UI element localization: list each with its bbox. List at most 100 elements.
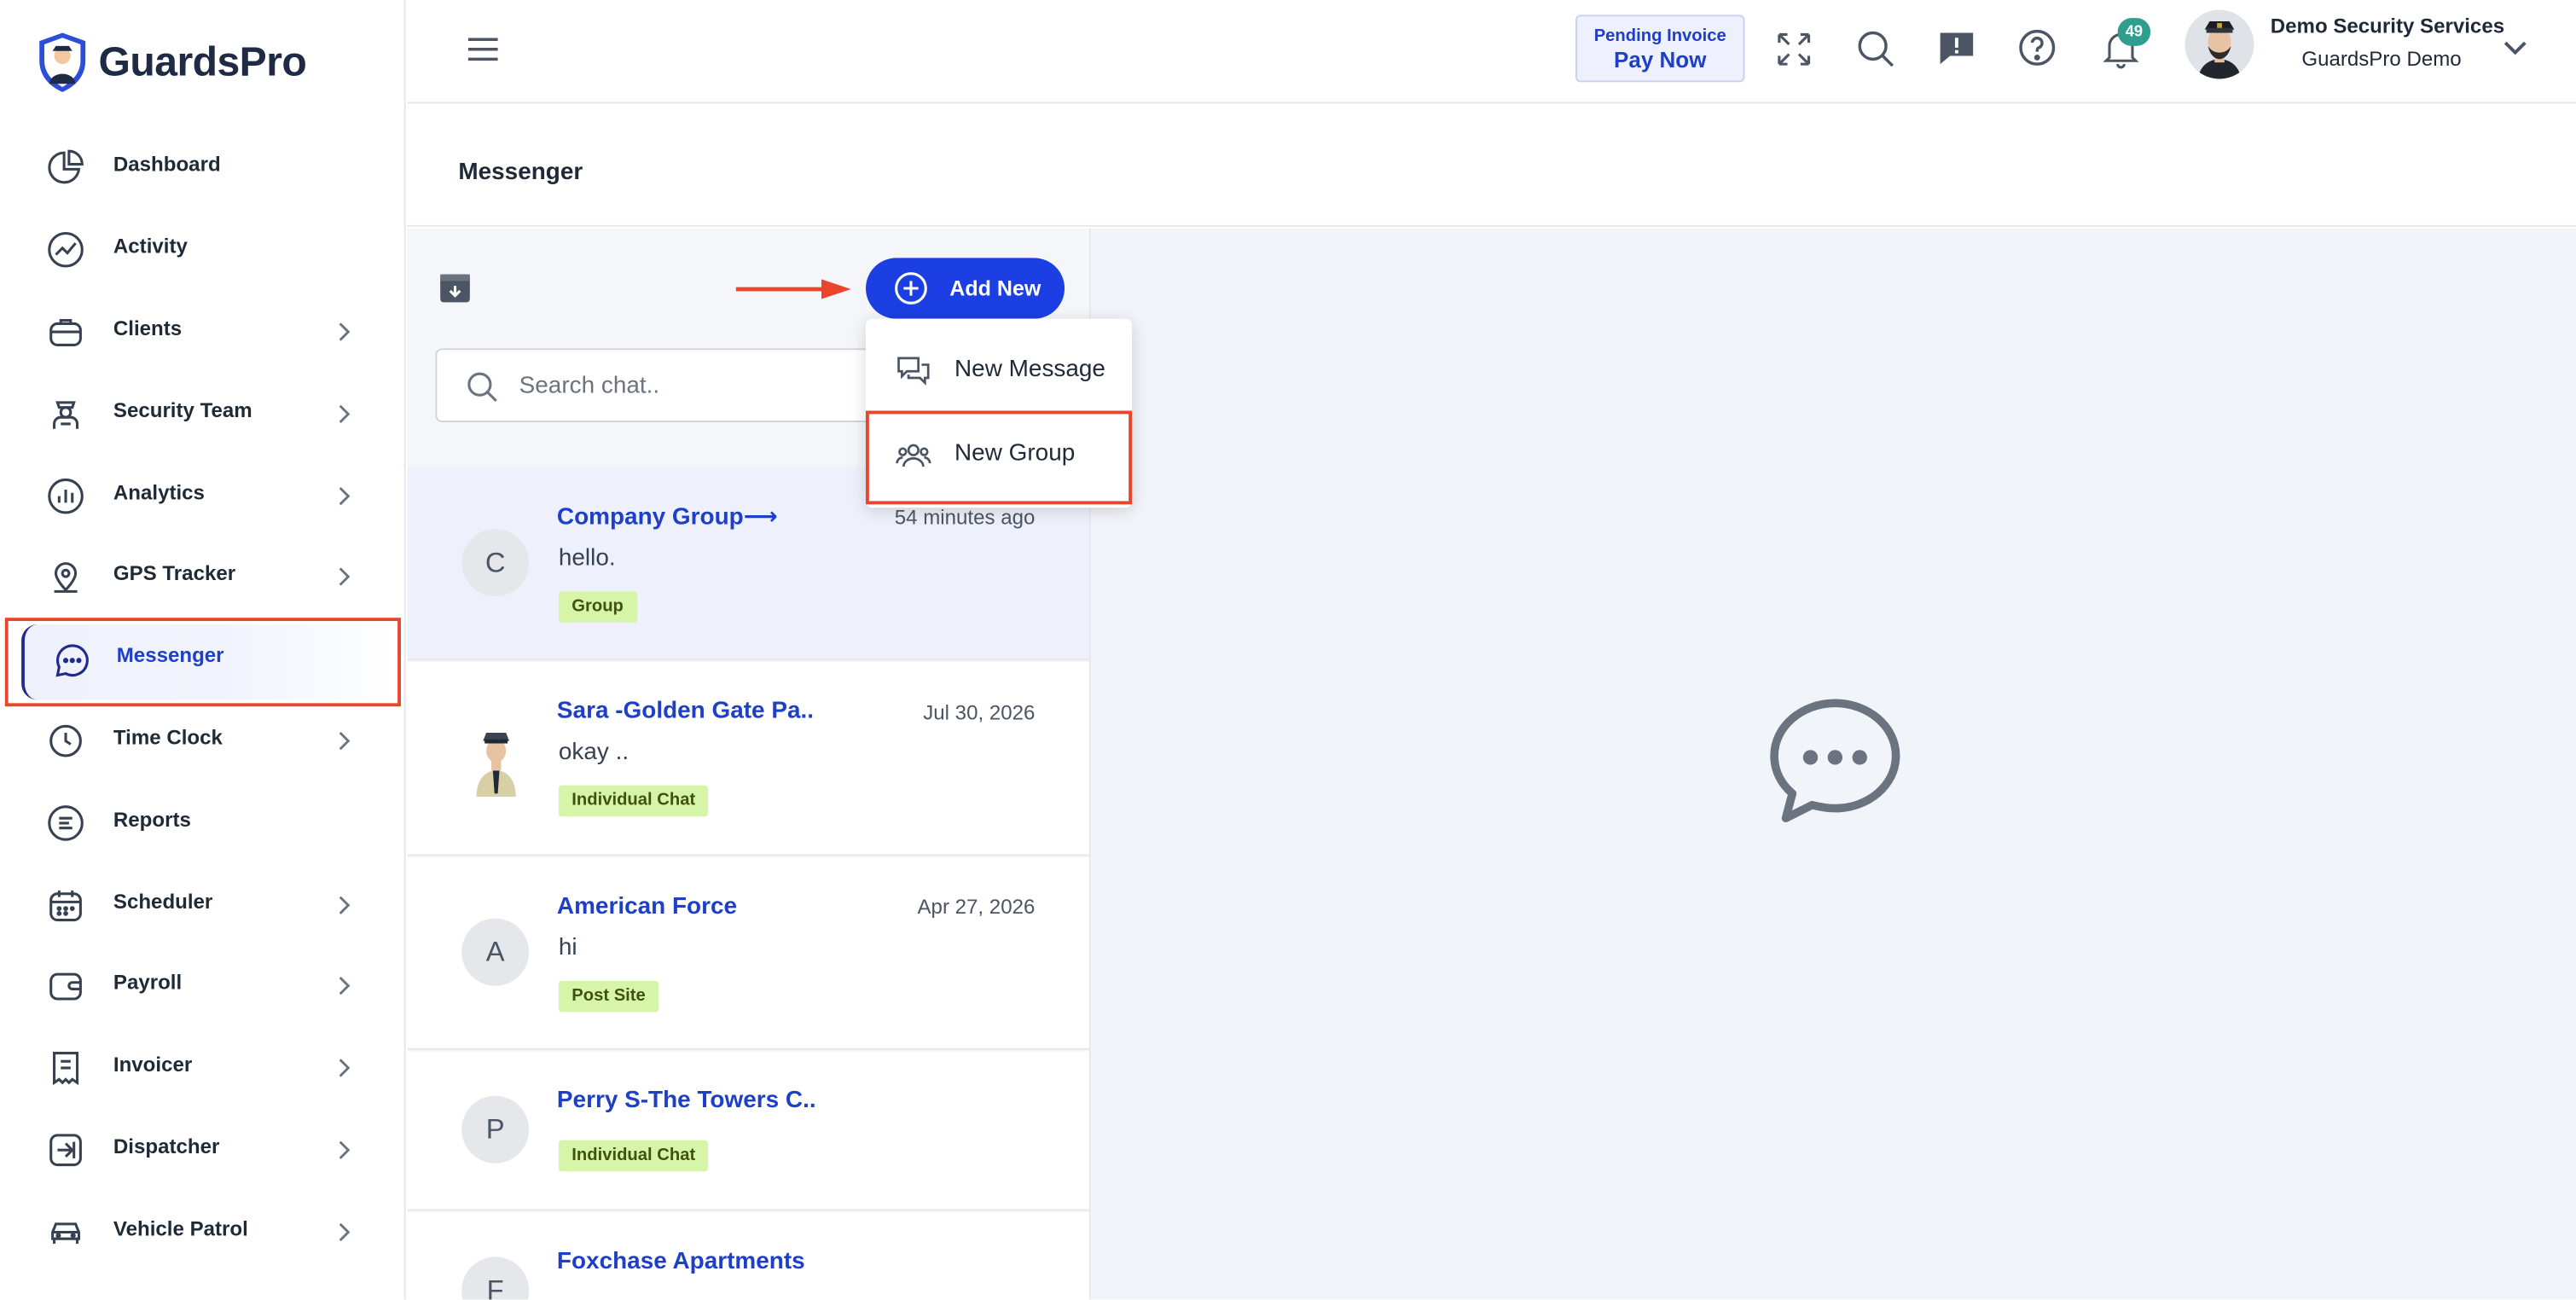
chat-avatar: A bbox=[461, 918, 530, 986]
sidebar-item-label: Messenger bbox=[116, 643, 224, 667]
chevron-right-icon bbox=[339, 1222, 351, 1242]
archive-icon[interactable] bbox=[438, 273, 472, 305]
sidebar-item-label: Payroll bbox=[113, 971, 183, 995]
chat-tag: Individual Chat bbox=[558, 785, 709, 817]
chevron-right-icon bbox=[339, 322, 351, 341]
sidebar-item-invoicer[interactable]: Invoicer bbox=[0, 1030, 406, 1106]
chevron-right-icon bbox=[339, 976, 351, 995]
add-new-dropdown: New Message New Group bbox=[866, 318, 1133, 508]
chevron-right-icon bbox=[339, 1059, 351, 1077]
sidebar-item-label: Security Team bbox=[113, 399, 252, 422]
new-message-label: New Message bbox=[954, 356, 1105, 383]
company-name: Demo Security Services bbox=[2270, 15, 2505, 38]
briefcase-icon bbox=[49, 319, 82, 347]
fullscreen-icon[interactable] bbox=[1772, 28, 1815, 71]
chevron-down-icon[interactable] bbox=[2502, 36, 2528, 59]
sidebar-item-label: Activity bbox=[113, 235, 188, 258]
sidebar-item-label: Vehicle Patrol bbox=[113, 1217, 248, 1241]
pay-now-button[interactable]: Pending Invoice Pay Now bbox=[1575, 15, 1745, 83]
sidebar-item-payroll[interactable]: Payroll bbox=[0, 948, 406, 1024]
sidebar-item-messenger[interactable]: Messenger bbox=[4, 618, 401, 707]
page-title-bar bbox=[407, 105, 2576, 227]
receipt-icon bbox=[53, 1052, 79, 1086]
chevron-right-icon bbox=[339, 567, 351, 586]
pending-invoice-label: Pending Invoice bbox=[1593, 26, 1726, 46]
bar-chart-icon bbox=[48, 478, 84, 514]
chat-name: Perry S-The Towers C.. bbox=[556, 1088, 816, 1114]
chat-item-foxchase[interactable]: F Foxchase Apartments bbox=[407, 1212, 1089, 1300]
chat-name: Company Group⟶ bbox=[556, 504, 778, 531]
chat-message: hi bbox=[558, 934, 577, 961]
brand-name: GuardsPro bbox=[98, 38, 307, 85]
annotation-arrow bbox=[735, 279, 851, 299]
new-message-option[interactable]: New Message bbox=[866, 330, 1132, 412]
sidebar-item-scheduler[interactable]: Scheduler bbox=[0, 868, 406, 943]
chat-item-perry[interactable]: P Perry S-The Towers C.. Individual Chat bbox=[407, 1051, 1089, 1211]
search-input[interactable] bbox=[519, 366, 914, 406]
chat-item-sara[interactable]: Sara -Golden Gate Pa.. Jul 30, 2026 okay… bbox=[407, 662, 1089, 856]
avatar[interactable] bbox=[2184, 9, 2254, 79]
sidebar-item-dashboard[interactable]: Dashboard bbox=[0, 130, 406, 206]
calendar-icon bbox=[49, 890, 82, 922]
guard-avatar-icon bbox=[476, 733, 516, 798]
dispatch-icon bbox=[49, 1134, 82, 1167]
chat-tag: Group bbox=[558, 591, 637, 623]
chat-item-american-force[interactable]: A American Force Apr 27, 2026 hi Post Si… bbox=[407, 857, 1089, 1050]
chat-time: Apr 27, 2026 bbox=[917, 895, 1036, 919]
sidebar-item-gps-tracker[interactable]: GPS Tracker bbox=[0, 539, 406, 615]
sidebar-item-time-clock[interactable]: Time Clock bbox=[0, 703, 406, 779]
chevron-right-icon bbox=[339, 896, 351, 914]
chat-name: Foxchase Apartments bbox=[556, 1248, 805, 1275]
pie-chart-icon bbox=[48, 149, 84, 184]
search-icon bbox=[467, 372, 497, 403]
sidebar-item-label: Analytics bbox=[113, 481, 205, 505]
chat-icon bbox=[55, 644, 89, 677]
page-title: Messenger bbox=[458, 159, 583, 186]
hamburger-menu-icon[interactable] bbox=[465, 33, 501, 67]
wallet-icon bbox=[49, 972, 82, 1001]
brand-logo[interactable]: GuardsPro bbox=[36, 30, 364, 96]
sidebar-item-security-team[interactable]: Security Team bbox=[0, 376, 406, 452]
sidebar-item-dispatcher[interactable]: Dispatcher bbox=[0, 1112, 406, 1188]
chat-avatar: C bbox=[461, 529, 530, 597]
notification-badge: 49 bbox=[2117, 18, 2151, 46]
chat-tag: Individual Chat bbox=[558, 1140, 709, 1172]
chevron-right-icon bbox=[339, 1140, 351, 1159]
chat-name: Sara -Golden Gate Pa.. bbox=[556, 698, 815, 725]
sidebar-item-label: GPS Tracker bbox=[113, 561, 236, 585]
activity-chart-icon bbox=[48, 231, 84, 268]
sidebar-item-label: Invoicer bbox=[113, 1053, 193, 1077]
sidebar-item-activity[interactable]: Activity bbox=[0, 212, 406, 287]
add-new-label: Add New bbox=[949, 276, 1041, 301]
sidebar-item-clients[interactable]: Clients bbox=[0, 294, 406, 370]
chevron-right-icon bbox=[339, 404, 351, 424]
company-subtitle: GuardsPro Demo bbox=[2301, 47, 2462, 71]
chat-message: okay .. bbox=[558, 739, 629, 766]
annotation-highlight-box bbox=[866, 410, 1133, 505]
add-new-button[interactable]: Add New bbox=[866, 258, 1065, 319]
search-chat-box[interactable] bbox=[435, 348, 929, 422]
sidebar-item-vehicle-patrol[interactable]: Vehicle Patrol bbox=[0, 1194, 406, 1270]
plus-circle-icon bbox=[895, 272, 927, 305]
shield-guard-icon bbox=[39, 32, 86, 92]
sidebar-item-label: Time Clock bbox=[113, 726, 223, 750]
chat-avatar: F bbox=[461, 1256, 530, 1300]
sidebar-item-label: Reports bbox=[113, 808, 191, 832]
sidebar-item-label: Dispatcher bbox=[113, 1135, 220, 1158]
sidebar-item-analytics[interactable]: Analytics bbox=[0, 458, 406, 534]
sidebar-item-label: Scheduler bbox=[113, 890, 213, 914]
search-icon[interactable] bbox=[1854, 28, 1897, 71]
map-pin-icon bbox=[54, 562, 78, 593]
chat-tag: Post Site bbox=[558, 980, 659, 1013]
chat-time: 54 minutes ago bbox=[894, 506, 1036, 530]
sidebar-item-label: Clients bbox=[113, 316, 183, 340]
chat-message: hello. bbox=[558, 545, 616, 572]
sidebar-item-label: Dashboard bbox=[113, 153, 221, 177]
sidebar-item-reports[interactable]: Reports bbox=[0, 786, 406, 862]
chevron-right-icon bbox=[339, 487, 351, 506]
chat-name: American Force bbox=[556, 893, 738, 920]
clock-icon bbox=[49, 724, 82, 757]
car-icon bbox=[51, 1222, 80, 1244]
feedback-icon[interactable] bbox=[1935, 26, 1978, 69]
help-icon[interactable] bbox=[2016, 26, 2058, 69]
